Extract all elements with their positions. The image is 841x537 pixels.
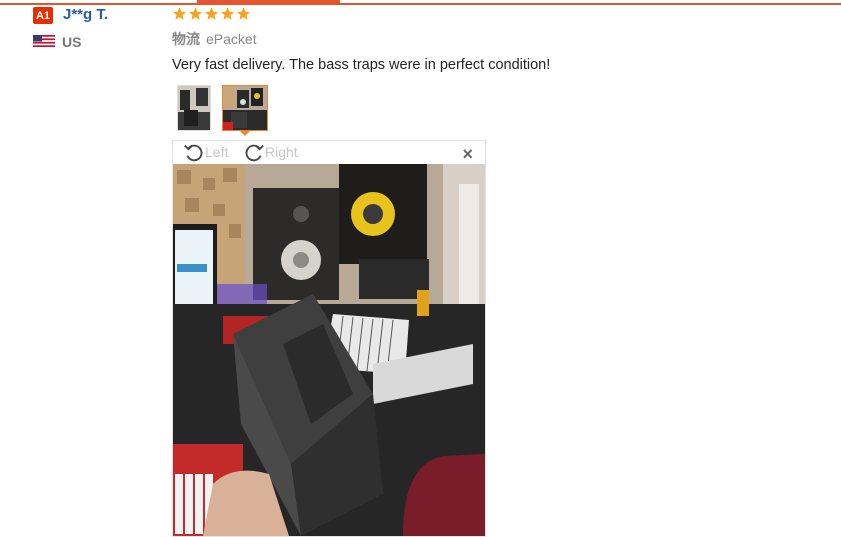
- shipping-label: 物流: [172, 31, 200, 47]
- shipping-method: ePacket: [206, 31, 257, 47]
- star-icon: [188, 7, 203, 20]
- thumbnail-image: [178, 86, 210, 130]
- top-divider: [0, 3, 841, 5]
- rotate-left-icon: [184, 144, 203, 162]
- reviewer-country: US: [62, 34, 82, 50]
- review-photo-thumbnail-selected[interactable]: [222, 85, 268, 131]
- rotate-right-button[interactable]: Right: [243, 141, 298, 163]
- star-icon: [220, 7, 235, 20]
- star-icon: [204, 7, 219, 20]
- active-tab-indicator: [197, 0, 340, 5]
- thumbnail-image: [223, 86, 267, 130]
- selected-thumbnail-pointer: [239, 130, 251, 136]
- close-viewer-button[interactable]: ×: [462, 144, 473, 165]
- review-text: Very fast delivery. The bass traps were …: [172, 57, 551, 73]
- review-photo-thumbnail[interactable]: [177, 85, 211, 131]
- rotate-right-label: Right: [265, 144, 298, 160]
- rotate-left-button[interactable]: Left: [183, 141, 228, 163]
- reviewer-level-badge: A1: [33, 7, 53, 24]
- rotate-right-icon: [245, 144, 264, 162]
- star-icon: [236, 7, 251, 20]
- review-photo: [173, 164, 485, 536]
- shipping-info: 物流 ePacket: [172, 29, 257, 49]
- rotate-left-label: Left: [205, 144, 229, 160]
- star-icon: [172, 7, 187, 20]
- us-flag-icon: [33, 35, 55, 47]
- rating-stars: [172, 6, 251, 21]
- reviewer-name: J**g T.: [63, 6, 109, 23]
- photo-viewer: Left Right ×: [172, 140, 486, 537]
